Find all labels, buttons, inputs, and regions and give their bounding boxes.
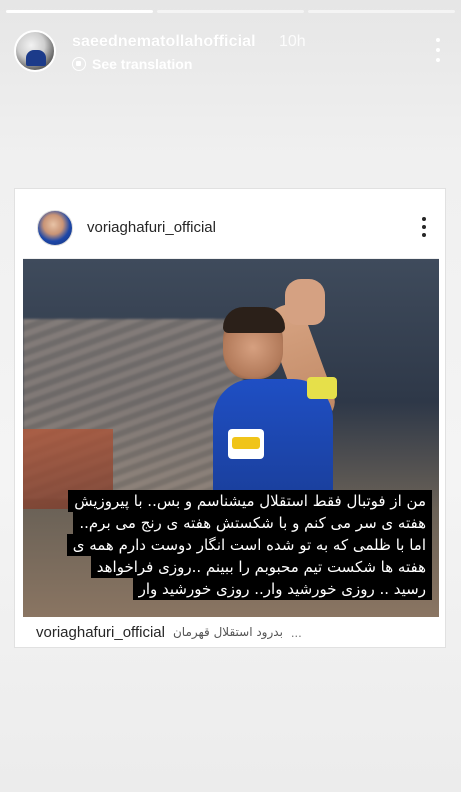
progress-segment [157,10,304,13]
post-caption-username[interactable]: voriaghafuri_official [36,624,165,641]
story-avatar[interactable] [14,30,56,72]
story-header: saeednematollahofficial 10h See translat… [14,28,447,80]
captain-armband [307,377,337,399]
post-more-options-icon[interactable] [421,217,427,237]
story-time: 10h [279,33,306,50]
story-progress [6,10,455,13]
overlay-line-4: هفته ها شکست تیم محبوبم را ببینم ..روزی … [90,556,432,578]
translate-icon [72,57,86,71]
post-caption[interactable]: voriaghafuri_official بدرود استقلال قهرم… [36,622,434,642]
post-caption-ellipsis: ... [290,624,302,640]
see-translation-button[interactable]: See translation [72,56,192,72]
post-avatar[interactable] [37,210,73,246]
overlay-line-1: من از فوتبال فقط استقلال میشناسم و بس.. … [68,490,432,512]
sponsor-patch [228,429,264,459]
post-username[interactable]: voriaghafuri_official [87,219,216,236]
post-header: voriaghafuri_official [23,197,439,259]
player-hand [285,279,325,325]
progress-segment [6,10,153,13]
story-username[interactable]: saeednematollahofficial [72,33,256,51]
see-translation-label: See translation [92,56,193,72]
overlay-line-2: هفته ی سر می کنم و با شکستش هفته ی رنج م… [73,512,432,534]
overlay-line-5: رسید .. روزی خورشید وار.. روزی خورشید وا… [132,578,432,600]
story-more-options-icon[interactable] [433,38,443,62]
progress-segment [308,10,455,13]
story-text-overlay: من از فوتبال فقط استقلال میشناسم و بس.. … [20,490,432,600]
overlay-line-3: اما با ظلمی که به تو شده است انگار دوست … [66,534,432,556]
player-hair [223,307,285,333]
post-caption-text: بدرود استقلال قهرمان [172,625,283,639]
